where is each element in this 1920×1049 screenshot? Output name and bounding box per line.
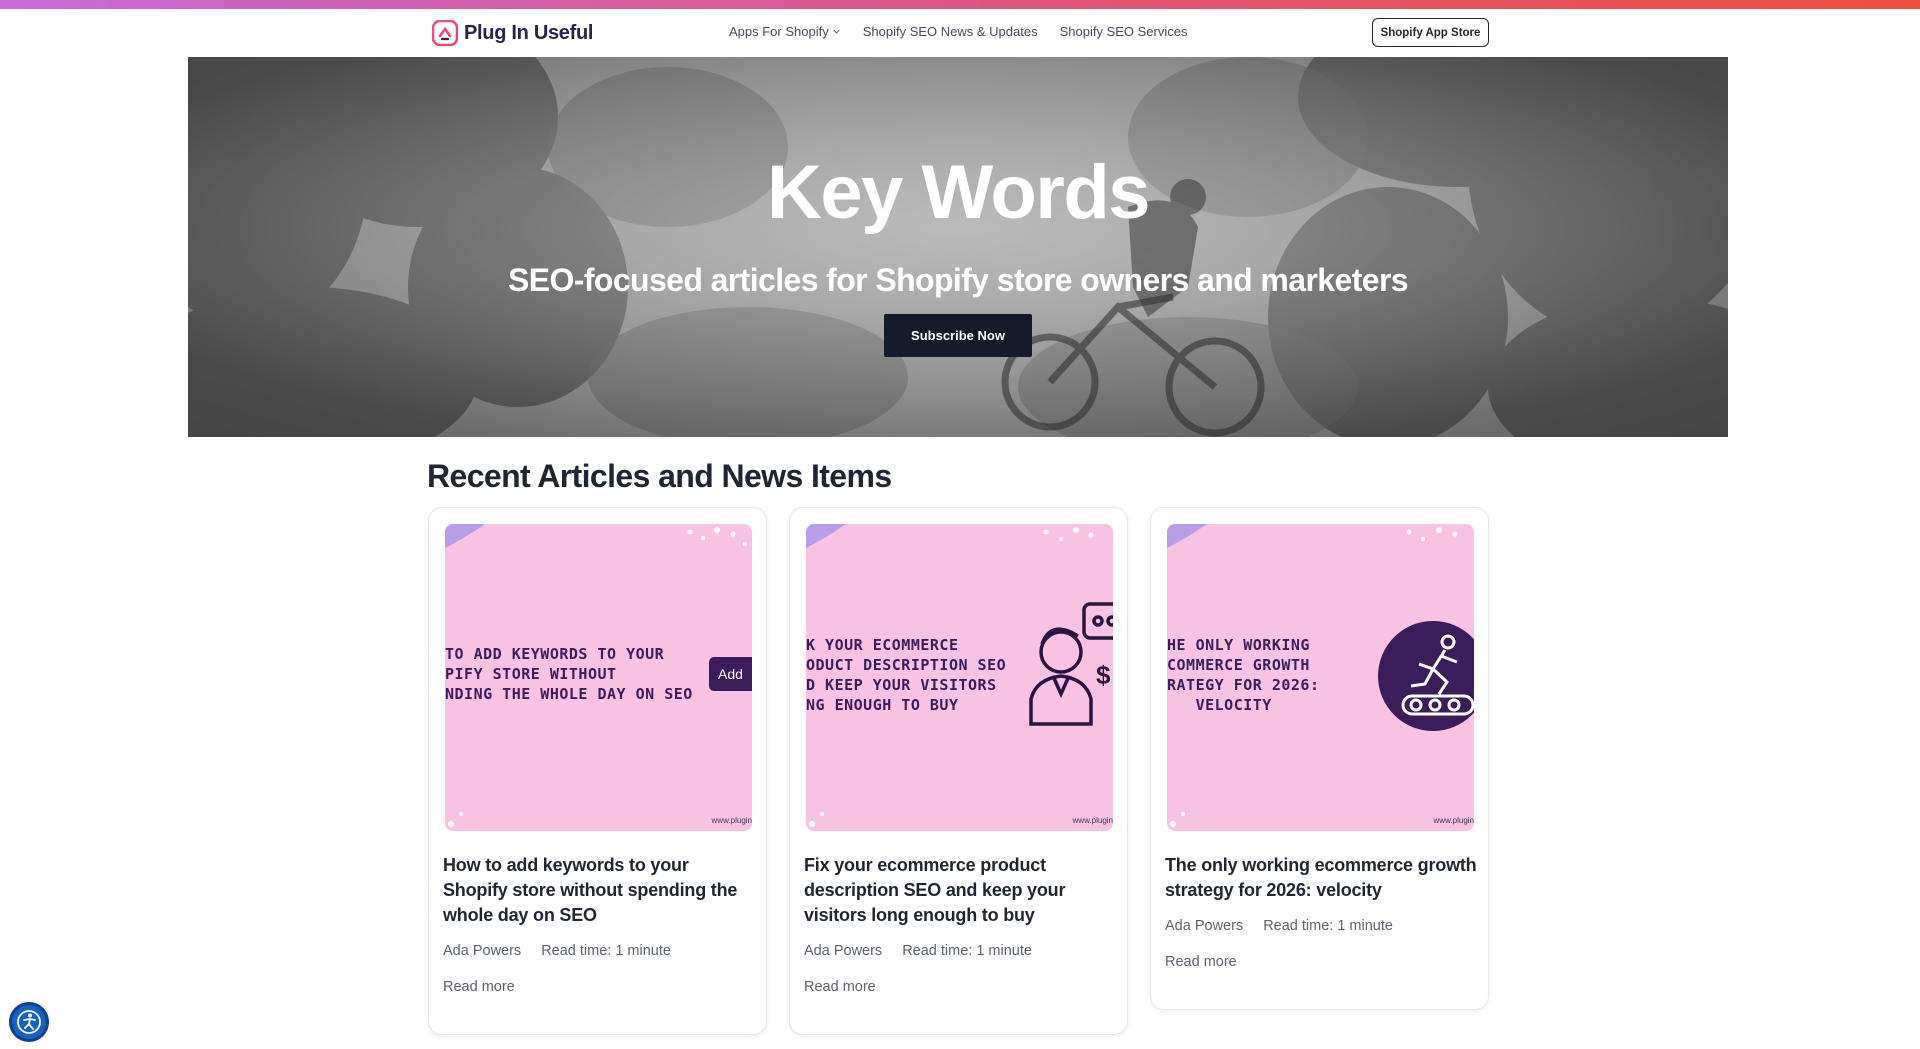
site-logo[interactable]: Plug In Useful	[432, 20, 593, 46]
shopify-app-store-button[interactable]: Shopify App Store	[1372, 18, 1489, 47]
article-image[interactable]: TO ADD KEYWORDS TO YOUR PIFY STORE WITHO…	[445, 524, 752, 831]
section-title: Recent Articles and News Items	[427, 458, 892, 494]
hero-title: Key Words	[766, 150, 1151, 235]
article-title[interactable]: How to add keywords to your Shopify stor…	[443, 853, 758, 928]
article-meta: Ada Powers Read time: 1 minute	[1165, 918, 1393, 934]
article-image-url: www.plugin	[1433, 816, 1474, 825]
article-read-time: Read time: 1 minute	[1263, 918, 1393, 934]
read-more-link[interactable]: Read more	[1165, 954, 1237, 970]
read-more-link[interactable]: Read more	[804, 979, 876, 995]
add-badge-label: Add	[718, 666, 743, 682]
hero-subtitle: SEO-focused articles for Shopify store o…	[508, 262, 1409, 298]
nav-label: Shopify SEO Services	[1059, 24, 1188, 39]
plugin-logo-icon	[432, 20, 458, 46]
nav-seo-news[interactable]: Shopify SEO News & Updates	[863, 24, 1038, 39]
hero-banner: Key Words SEO-focused articles for Shopi…	[188, 57, 1728, 437]
article-image-url: www.plugin	[1072, 816, 1113, 825]
svg-text:$: $	[1096, 660, 1111, 690]
main-nav: Apps For Shopify Shopify SEO News & Upda…	[729, 24, 1187, 39]
article-author: Ada Powers	[804, 943, 883, 959]
subscribe-button[interactable]: Subscribe Now	[884, 314, 1032, 357]
article-card[interactable]: TO ADD KEYWORDS TO YOUR PIFY STORE WITHO…	[428, 507, 767, 1035]
site-header: Plug In Useful Apps For Shopify Shopify …	[0, 9, 1920, 57]
nav-apps-for-shopify[interactable]: Apps For Shopify	[729, 24, 841, 39]
article-author: Ada Powers	[443, 943, 522, 959]
top-gradient-bar	[0, 0, 1920, 9]
accessibility-icon	[17, 1010, 41, 1034]
person-icon: $	[1029, 602, 1113, 726]
add-badge: Add	[709, 657, 752, 691]
article-title[interactable]: Fix your ecommerce product description S…	[804, 853, 1119, 928]
article-card[interactable]: $ K YOUR ECOMMERCE ODUCT DESCRIPTION SEO…	[789, 507, 1128, 1035]
article-read-time: Read time: 1 minute	[902, 943, 1032, 959]
article-read-time: Read time: 1 minute	[541, 943, 671, 959]
article-meta: Ada Powers Read time: 1 minute	[443, 943, 671, 959]
article-meta: Ada Powers Read time: 1 minute	[804, 943, 1032, 959]
nav-label: Shopify SEO News & Updates	[862, 24, 1038, 39]
article-image-text: K YOUR ECOMMERCE ODUCT DESCRIPTION SEO D…	[806, 636, 1007, 714]
article-image-url: www.plugin	[711, 816, 752, 825]
article-image-text: HE ONLY WORKING COMMERCE GROWTH RATEGY F…	[1167, 636, 1320, 714]
article-image[interactable]: HE ONLY WORKING COMMERCE GROWTH RATEGY F…	[1167, 524, 1474, 831]
article-title[interactable]: The only working ecommerce growth strate…	[1165, 853, 1480, 903]
article-image-text: TO ADD KEYWORDS TO YOUR PIFY STORE WITHO…	[445, 645, 693, 703]
nav-label: Apps For Shopify	[729, 24, 829, 39]
article-card[interactable]: HE ONLY WORKING COMMERCE GROWTH RATEGY F…	[1150, 507, 1489, 1010]
accessibility-button[interactable]	[9, 1002, 49, 1042]
hero-background-image	[188, 57, 1728, 437]
article-author: Ada Powers	[1165, 918, 1244, 934]
article-image[interactable]: $ K YOUR ECOMMERCE ODUCT DESCRIPTION SEO…	[806, 524, 1113, 831]
read-more-link[interactable]: Read more	[443, 979, 515, 995]
chevron-down-icon	[833, 29, 840, 34]
nav-seo-services[interactable]: Shopify SEO Services	[1060, 24, 1188, 39]
logo-text: Plug In Useful	[464, 21, 594, 44]
